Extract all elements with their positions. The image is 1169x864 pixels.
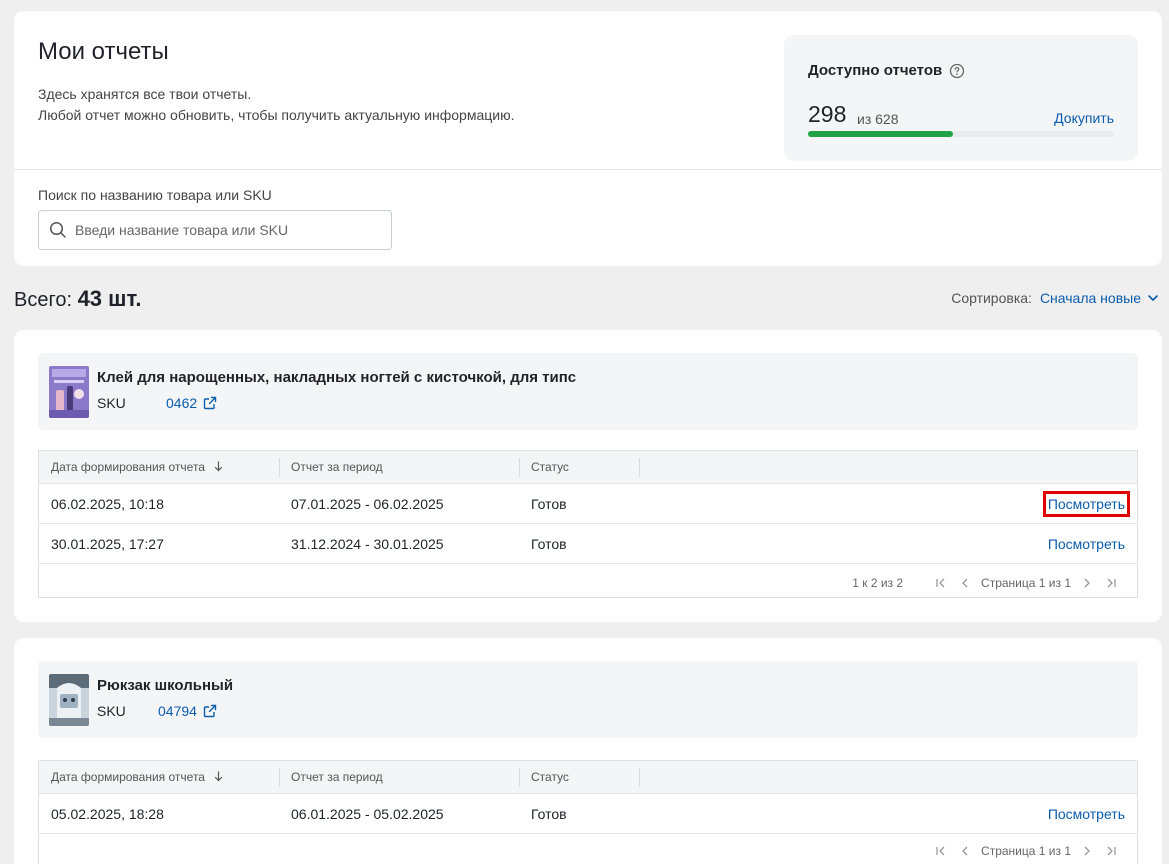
- column-header-date-label: Дата формирования отчета: [51, 770, 205, 784]
- total-count: Всего: 43 шт.: [14, 286, 141, 312]
- description-line-1: Здесь хранятся все твои отчеты.: [38, 86, 252, 102]
- column-separator[interactable]: [639, 458, 640, 477]
- header-divider: [14, 169, 1162, 170]
- sort-arrow-down-icon[interactable]: [214, 771, 223, 782]
- page-title: Мои отчеты: [38, 38, 169, 65]
- next-page-icon[interactable]: [1079, 843, 1095, 859]
- reports-header-card: Мои отчеты Здесь хранятся все твои отчет…: [14, 11, 1162, 266]
- report-date: 06.02.2025, 10:18: [51, 496, 164, 512]
- product-report-card: Клей для нарощенных, накладных ногтей с …: [14, 330, 1162, 622]
- report-period: 07.01.2025 - 06.02.2025: [291, 496, 444, 512]
- view-report-button[interactable]: Посмотреть: [1048, 536, 1125, 552]
- product-header: Рюкзак школьный SKU 04794: [38, 661, 1138, 738]
- last-page-icon[interactable]: [1103, 575, 1119, 591]
- report-date: 05.02.2025, 18:28: [51, 806, 164, 822]
- pagination: 1 к 2 из 2 Страница 1 из 1: [852, 575, 1119, 591]
- table-row: 30.01.2025, 17:27 31.12.2024 - 30.01.202…: [39, 524, 1137, 564]
- help-icon[interactable]: [949, 63, 965, 79]
- sku-value[interactable]: 04794: [158, 703, 197, 719]
- report-status: Готов: [531, 536, 567, 552]
- available-total: из 628: [857, 111, 899, 127]
- next-page-icon[interactable]: [1079, 575, 1095, 591]
- available-progress-bar: [808, 131, 1114, 137]
- report-period: 31.12.2024 - 30.01.2025: [291, 536, 444, 552]
- page-description: Здесь хранятся все твои отчеты. Любой от…: [38, 84, 514, 126]
- report-date: 30.01.2025, 17:27: [51, 536, 164, 552]
- first-page-icon[interactable]: [933, 575, 949, 591]
- sku-link[interactable]: 04794: [158, 703, 217, 719]
- pagination-range: 1 к 2 из 2: [852, 576, 904, 590]
- sort-dropdown[interactable]: Сначала новые: [1040, 290, 1141, 306]
- available-progress-fill: [808, 131, 954, 137]
- available-reports-panel: Доступно отчетов 298 из 628 Докупить: [784, 35, 1138, 161]
- first-page-icon[interactable]: [933, 843, 949, 859]
- product-header: Клей для нарощенных, накладных ногтей с …: [38, 353, 1138, 430]
- pagination: Страница 1 из 1: [925, 843, 1119, 859]
- reports-table: Дата формирования отчета Отчет за период…: [38, 760, 1138, 864]
- total-value: 43 шт.: [77, 286, 142, 311]
- sort-control[interactable]: Сортировка: Сначала новые: [951, 290, 1159, 306]
- total-label: Всего:: [14, 289, 72, 311]
- available-reports-title: Доступно отчетов: [808, 62, 943, 79]
- sku-value[interactable]: 0462: [166, 395, 197, 411]
- column-header-date[interactable]: Дата формирования отчета: [51, 770, 223, 784]
- previous-page-icon[interactable]: [957, 843, 973, 859]
- search-input[interactable]: [75, 211, 385, 249]
- column-header-date-label: Дата формирования отчета: [51, 460, 205, 474]
- table-header-row: Дата формирования отчета Отчет за период…: [39, 451, 1137, 484]
- column-separator[interactable]: [279, 458, 280, 477]
- report-period: 06.01.2025 - 05.02.2025: [291, 806, 444, 822]
- description-line-2: Любой отчет можно обновить, чтобы получи…: [38, 107, 515, 123]
- column-header-status: Статус: [531, 460, 569, 474]
- reports-table: Дата формирования отчета Отчет за период…: [38, 450, 1138, 598]
- view-report-button[interactable]: Посмотреть: [1048, 806, 1125, 822]
- search-icon: [49, 221, 66, 238]
- last-page-icon[interactable]: [1103, 843, 1119, 859]
- table-row: 05.02.2025, 18:28 06.01.2025 - 05.02.202…: [39, 794, 1137, 834]
- external-link-icon[interactable]: [203, 704, 217, 718]
- sort-arrow-down-icon[interactable]: [214, 461, 223, 472]
- column-header-period: Отчет за период: [291, 460, 383, 474]
- column-header-status: Статус: [531, 770, 569, 784]
- sku-link[interactable]: 0462: [166, 395, 217, 411]
- product-thumbnail: [49, 366, 89, 418]
- chevron-down-icon[interactable]: [1147, 292, 1159, 304]
- table-header-row: Дата формирования отчета Отчет за период…: [39, 761, 1137, 794]
- column-header-date[interactable]: Дата формирования отчета: [51, 460, 223, 474]
- search-label: Поиск по названию товара или SKU: [38, 187, 272, 203]
- sku-label: SKU: [97, 703, 126, 719]
- report-status: Готов: [531, 806, 567, 822]
- column-header-period: Отчет за период: [291, 770, 383, 784]
- pagination-page: Страница 1 из 1: [981, 844, 1071, 858]
- view-report-button[interactable]: Посмотреть: [1042, 491, 1131, 517]
- buy-more-link[interactable]: Докупить: [1054, 110, 1114, 126]
- external-link-icon[interactable]: [203, 396, 217, 410]
- report-status: Готов: [531, 496, 567, 512]
- available-count: 298: [808, 101, 847, 127]
- column-separator[interactable]: [639, 768, 640, 787]
- table-row: 06.02.2025, 10:18 07.01.2025 - 06.02.202…: [39, 484, 1137, 524]
- column-separator[interactable]: [519, 768, 520, 787]
- product-name: Клей для нарощенных, накладных ногтей с …: [97, 369, 577, 386]
- previous-page-icon[interactable]: [957, 575, 973, 591]
- product-report-card: Рюкзак школьный SKU 04794 Дата формирова…: [14, 638, 1162, 864]
- sort-label: Сортировка:: [951, 290, 1032, 306]
- product-name: Рюкзак школьный: [97, 677, 234, 694]
- search-box[interactable]: [38, 210, 392, 250]
- product-thumbnail: [49, 674, 89, 726]
- column-separator[interactable]: [279, 768, 280, 787]
- column-separator[interactable]: [519, 458, 520, 477]
- sku-label: SKU: [97, 395, 126, 411]
- pagination-page: Страница 1 из 1: [981, 576, 1071, 590]
